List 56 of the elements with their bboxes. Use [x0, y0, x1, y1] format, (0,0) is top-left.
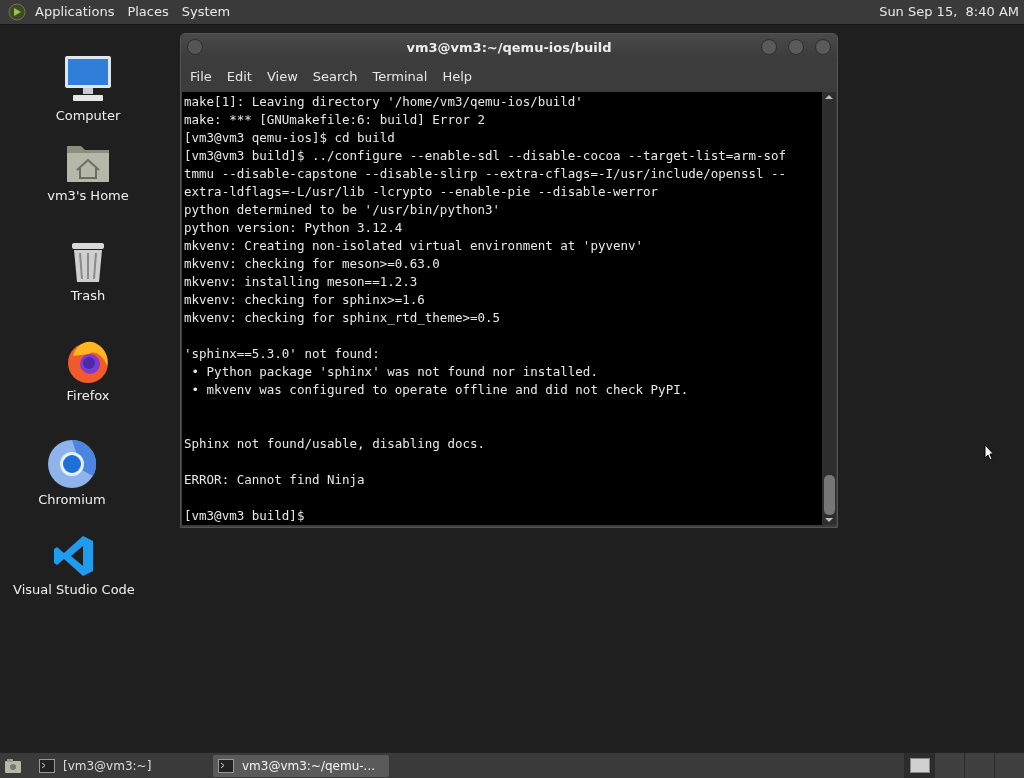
- window-title: vm3@vm3:~/qemu-ios/build: [406, 38, 612, 57]
- terminal-line: make[1]: Leaving directory '/home/vm3/qemu-ios/build': [184, 93, 584, 111]
- maximize-button[interactable]: [788, 39, 804, 55]
- menu-item[interactable]: Terminal: [367, 66, 433, 87]
- terminal-line: python determined to be '/usr/bin/python3': [184, 201, 502, 219]
- window-thumbnail: [909, 758, 930, 773]
- terminal-line: [vm3@vm3 build]$ ../configure --enable-sdl --disable-cocoa --target-list=arm-sof: [184, 147, 788, 165]
- vscode-icon: [52, 534, 96, 578]
- terminal-icon: [39, 758, 55, 773]
- terminal-line: tmmu --disable-capstone --disable-slirp --extra-cflags=-I/usr/include/openssl --: [184, 165, 788, 183]
- menu-item[interactable]: Search: [307, 66, 363, 87]
- icon-label[interactable]: Chromium: [38, 490, 106, 510]
- trash-icon: [69, 240, 107, 284]
- terminal-line: make: *** [GNUmakefile:6: build] Error 2: [184, 111, 487, 129]
- panel-menu[interactable]: Applications: [30, 0, 120, 24]
- icon-label[interactable]: Computer: [55, 106, 121, 126]
- terminal-line: 'sphinx==5.3.0' not found:: [184, 345, 381, 363]
- menu-item[interactable]: Help: [437, 66, 478, 87]
- minimize-button[interactable]: [761, 39, 777, 55]
- close-button[interactable]: [815, 39, 831, 55]
- chromium-icon: [48, 440, 96, 488]
- menu-item[interactable]: File: [185, 66, 217, 87]
- terminal-line: mkvenv: checking for sphinx_rtd_theme>=0.5: [184, 309, 502, 327]
- show-desktop-icon[interactable]: [4, 757, 22, 774]
- terminal-line: [vm3@vm3 qemu-ios]$ cd build: [184, 129, 396, 147]
- window-menu-button[interactable]: [187, 39, 203, 55]
- terminal-line: mkvenv: Creating non-isolated virtual environment at 'pyvenv': [184, 237, 645, 255]
- pointer-icon: [984, 444, 994, 461]
- workspace-button[interactable]: [904, 752, 934, 778]
- icon-label[interactable]: Trash: [70, 286, 106, 306]
- icon-label[interactable]: Visual Studio Code: [13, 580, 135, 600]
- terminal-line: mkvenv: checking for sphinx>=1.6: [184, 291, 426, 309]
- terminal-line: Sphinx not found/usable, disabling docs.: [184, 435, 487, 453]
- terminal-line: • Python package 'sphinx' was not found nor installed.: [190, 363, 599, 381]
- terminal-line: • mkvenv was configured to operate offline and did not check PyPI.: [190, 381, 690, 399]
- terminal-line: python version: Python 3.12.4: [184, 219, 404, 237]
- taskbar-button[interactable]: vm3@vm3:~/qemu-...: [213, 754, 389, 777]
- panel-menu[interactable]: Places: [122, 0, 174, 24]
- scroll-up-icon[interactable]: [824, 92, 834, 102]
- terminal-line: mkvenv: checking for meson>=0.63.0: [184, 255, 441, 273]
- menu-item[interactable]: Edit: [221, 66, 257, 87]
- panel-menu[interactable]: System: [176, 0, 236, 24]
- terminal-icon: [218, 758, 234, 773]
- scroll-thumb[interactable]: [823, 475, 835, 515]
- terminal-line: mkvenv: installing meson==1.2.3: [184, 273, 419, 291]
- menu-item[interactable]: View: [261, 66, 303, 87]
- terminal-line: ERROR: Cannot find Ninja: [184, 471, 366, 489]
- logo-icon[interactable]: [8, 3, 26, 21]
- icon-label[interactable]: vm3's Home: [47, 186, 129, 206]
- clock[interactable]: Sun Sep 15, 8:40 AM: [879, 2, 1019, 22]
- scrollbar[interactable]: [822, 92, 836, 525]
- taskbar-button[interactable]: [vm3@vm3:~]: [34, 754, 210, 777]
- terminal-line: [vm3@vm3 build]$: [184, 507, 306, 525]
- computer-icon: [63, 54, 113, 104]
- terminal-line: extra-ldflags=-L/usr/lib -lcrypto --enable-pie --disable-werror: [184, 183, 660, 201]
- icon-label[interactable]: Firefox: [66, 386, 110, 406]
